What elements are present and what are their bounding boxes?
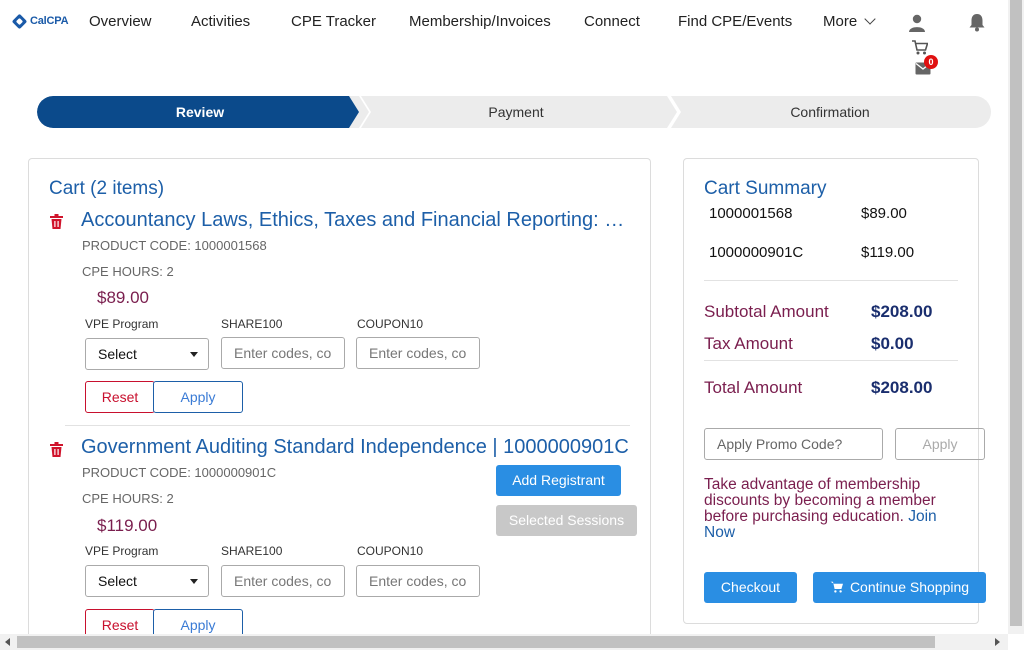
product-code: PRODUCT CODE: 1000000901C xyxy=(82,465,277,480)
cart-summary-title: Cart Summary xyxy=(704,178,827,199)
share-code-label: SHARE100 xyxy=(221,544,283,558)
coupon-code-input[interactable]: Enter codes, co xyxy=(356,565,480,597)
reset-button[interactable]: Reset xyxy=(85,381,155,413)
nav-more-label: More xyxy=(823,13,858,30)
logo-mark-icon xyxy=(11,13,28,29)
selected-sessions-button[interactable]: Selected Sessions xyxy=(496,505,637,536)
nav-activities[interactable]: Activities xyxy=(191,13,250,30)
share-code-label: SHARE100 xyxy=(221,317,283,331)
item-price: $89.00 xyxy=(97,288,149,307)
nav-overview[interactable]: Overview xyxy=(89,13,152,30)
checkout-button[interactable]: Checkout xyxy=(704,572,797,603)
summary-divider xyxy=(704,360,958,361)
continue-shopping-label: Continue Shopping xyxy=(849,579,970,595)
tax-label: Tax Amount xyxy=(704,334,793,353)
cart-icon[interactable] xyxy=(912,40,928,55)
share-code-input[interactable]: Enter codes, co xyxy=(221,565,345,597)
cart-item-title[interactable]: Accountancy Laws, Ethics, Taxes and Fina… xyxy=(81,209,633,232)
nav-connect[interactable]: Connect xyxy=(584,13,640,30)
scroll-right-arrow-icon[interactable] xyxy=(995,638,1000,646)
logo-text: CalCPA xyxy=(30,15,69,27)
add-registrant-button[interactable]: Add Registrant xyxy=(496,465,621,496)
apply-button[interactable]: Apply xyxy=(153,381,243,413)
top-nav: CalCPA Overview Activities CPE Tracker M… xyxy=(0,0,1008,75)
promo-apply-button[interactable]: Apply xyxy=(895,428,985,460)
cart-count-badge: 0 xyxy=(924,55,938,69)
vertical-scrollbar-thumb[interactable] xyxy=(1010,0,1022,626)
cart-icon xyxy=(830,581,843,593)
trash-icon[interactable] xyxy=(50,214,63,229)
subtotal-label: Subtotal Amount xyxy=(704,302,829,321)
cart-item-title[interactable]: Government Auditing Standard Independenc… xyxy=(81,436,641,459)
chevron-down-icon xyxy=(864,13,876,25)
share-code-input[interactable]: Enter codes, co xyxy=(221,337,345,369)
membership-text: Take advantage of membership discounts b… xyxy=(704,476,936,525)
total-label: Total Amount xyxy=(704,378,803,397)
nav-find-cpe-events[interactable]: Find CPE/Events xyxy=(678,13,792,30)
step-payment: Payment xyxy=(488,104,544,120)
cart-title: Cart (2 items) xyxy=(49,178,165,199)
summary-divider xyxy=(704,280,958,281)
scroll-left-arrow-icon[interactable] xyxy=(5,638,10,646)
coupon-code-label: COUPON10 xyxy=(357,317,424,331)
summary-line-code: 1000001568 xyxy=(709,205,793,222)
horizontal-scrollbar-thumb[interactable] xyxy=(17,636,935,648)
vpe-program-label: VPE Program xyxy=(85,544,159,558)
summary-line-code: 1000000901C xyxy=(709,244,804,261)
vpe-program-select[interactable]: Select xyxy=(85,565,209,597)
tax-value: $0.00 xyxy=(871,334,914,353)
subtotal-value: $208.00 xyxy=(871,302,933,321)
cpe-hours: CPE HOURS: 2 xyxy=(82,491,174,506)
nav-cpe-tracker[interactable]: CPE Tracker xyxy=(291,13,376,30)
cpe-hours: CPE HOURS: 2 xyxy=(82,264,174,279)
item-divider xyxy=(65,425,630,426)
nav-more[interactable]: More xyxy=(823,13,876,30)
coupon-code-label: COUPON10 xyxy=(357,544,424,558)
continue-shopping-button[interactable]: Continue Shopping xyxy=(813,572,986,603)
bell-icon[interactable] xyxy=(967,12,987,32)
trash-icon[interactable] xyxy=(50,442,63,457)
calcpa-logo[interactable]: CalCPA xyxy=(11,13,69,29)
product-code: PRODUCT CODE: 1000001568 xyxy=(82,238,267,253)
coupon-code-input[interactable]: Enter codes, co xyxy=(356,337,480,369)
summary-line-amount: $119.00 xyxy=(861,244,915,261)
vpe-program-label: VPE Program xyxy=(85,317,159,331)
membership-message: Take advantage of membership discounts b… xyxy=(704,477,954,541)
vpe-program-select[interactable]: Select xyxy=(85,338,209,370)
checkout-stepper: Review Payment Confirmation xyxy=(37,96,991,128)
user-icon[interactable] xyxy=(908,14,926,32)
item-price: $119.00 xyxy=(97,516,158,535)
nav-membership-invoices[interactable]: Membership/Invoices xyxy=(409,13,551,30)
step-confirmation: Confirmation xyxy=(790,104,870,120)
promo-code-input[interactable]: Apply Promo Code? xyxy=(704,428,883,460)
step-review: Review xyxy=(175,104,225,120)
total-value: $208.00 xyxy=(871,378,933,397)
summary-line-amount: $89.00 xyxy=(861,205,907,222)
